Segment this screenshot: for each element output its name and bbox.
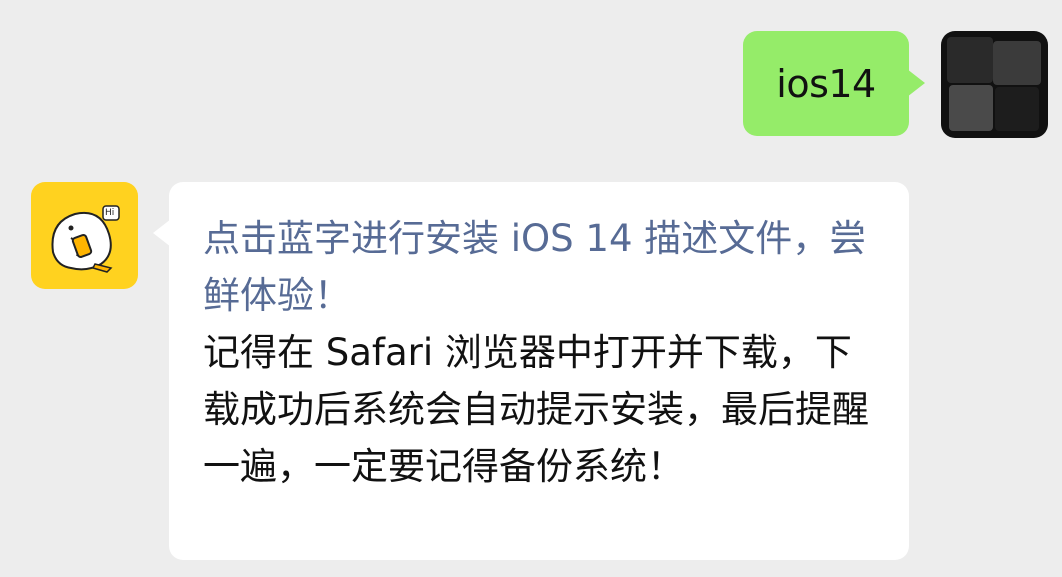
sent-message-tail bbox=[907, 69, 925, 97]
cartoon-bird-icon bbox=[51, 205, 120, 273]
avatar-blur-block bbox=[947, 37, 993, 83]
received-message-bubble: 点击蓝字进行安装 iOS 14 描述文件，尝鲜体验！ 记得在 Safari 浏览器… bbox=[169, 182, 909, 560]
bot-avatar[interactable]: Hi bbox=[31, 182, 138, 289]
user-avatar[interactable] bbox=[941, 31, 1048, 138]
sent-message-text: ios14 bbox=[776, 61, 876, 106]
received-message-text: 点击蓝字进行安装 iOS 14 描述文件，尝鲜体验！ 记得在 Safari 浏览器… bbox=[203, 210, 879, 495]
received-message-body: 记得在 Safari 浏览器中打开并下载，下载成功后系统会自动提示安装，最后提醒… bbox=[203, 331, 869, 488]
avatar-blur-block bbox=[995, 87, 1039, 131]
install-profile-link[interactable]: 点击蓝字进行安装 iOS 14 描述文件，尝鲜体验！ bbox=[203, 217, 866, 317]
sent-message-bubble[interactable]: ios14 bbox=[743, 31, 909, 136]
avatar-blur-block bbox=[949, 85, 993, 131]
avatar-blur-block bbox=[993, 41, 1041, 85]
bot-avatar-badge-text: Hi bbox=[105, 208, 115, 218]
